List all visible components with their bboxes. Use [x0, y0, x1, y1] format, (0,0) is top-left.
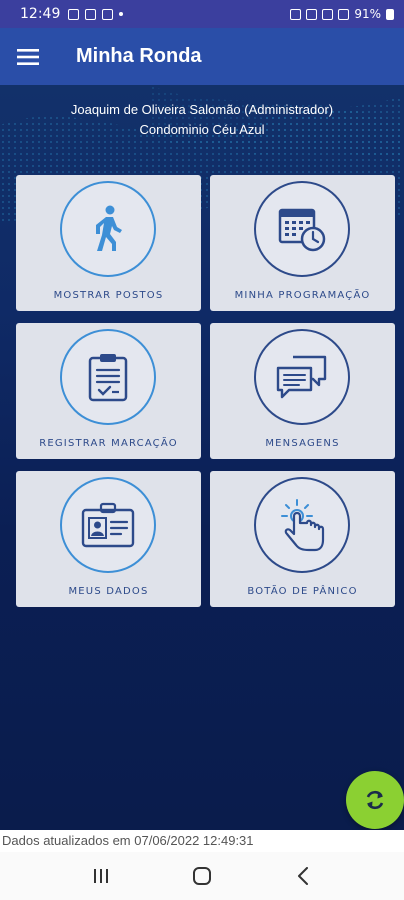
status-time: 12:49	[20, 6, 61, 22]
user-name: Joaquim de Oliveira Salomão (Administrad…	[70, 102, 334, 117]
app-bar: Minha Ronda	[0, 28, 404, 85]
card-icon-circle	[254, 181, 350, 277]
more-dot-icon	[119, 12, 124, 16]
home-button[interactable]	[182, 856, 222, 896]
user-info: Joaquim de Oliveira Salomão (Administrad…	[0, 100, 404, 140]
minha-programacao-card[interactable]: MINHA PROGRAMAÇÃO	[210, 175, 395, 311]
clipboard-checklist-icon	[88, 354, 128, 402]
card-label: MOSTRAR POSTOS	[53, 290, 164, 301]
card-label: REGISTRAR MARCAÇÃO	[39, 438, 178, 449]
status-bar: 12:49 91%	[0, 0, 404, 28]
card-label: MINHA PROGRAMAÇÃO	[234, 290, 371, 301]
back-button[interactable]	[283, 856, 323, 896]
menu-button[interactable]	[0, 28, 56, 85]
registrar-marcacao-card[interactable]: REGISTRAR MARCAÇÃO	[16, 323, 201, 459]
botao-de-panico-card[interactable]: BOTÃO DE PÂNICO	[210, 471, 395, 607]
card-icon-circle	[254, 329, 350, 425]
touch-press-icon	[281, 499, 325, 552]
status-right: 91%	[290, 7, 394, 21]
wifi-icon	[322, 8, 334, 20]
id-badge-icon	[81, 502, 135, 548]
card-label: BOTÃO DE PÂNICO	[247, 586, 358, 597]
last-updated-text: Dados atualizados em 07/06/2022 12:49:31	[0, 830, 404, 852]
card-icon-circle	[254, 477, 350, 573]
signal-icon	[338, 8, 350, 20]
refresh-icon	[366, 790, 384, 810]
battery-text: 91%	[354, 7, 381, 21]
card-icon-circle	[60, 181, 156, 277]
condo-name: Condominio Céu Azul	[139, 122, 265, 137]
mostrar-postos-card[interactable]: MOSTRAR POSTOS	[16, 175, 201, 311]
mensagens-card[interactable]: MENSAGENS	[210, 323, 395, 459]
meus-dados-card[interactable]: MEUS DADOS	[16, 471, 201, 607]
calendar-clock-icon	[278, 208, 326, 252]
image-icon	[102, 8, 114, 20]
battery-icon	[386, 8, 394, 20]
home-icon	[192, 867, 211, 885]
refresh-button[interactable]	[346, 771, 404, 829]
hamburger-icon	[17, 48, 39, 65]
vibrate-icon	[306, 8, 318, 20]
recent-apps-button[interactable]	[81, 856, 121, 896]
page-title: Minha Ronda	[76, 45, 202, 67]
recents-icon	[93, 869, 108, 883]
chat-bubbles-icon	[276, 355, 327, 399]
gallery-icon	[85, 8, 97, 20]
card-icon-circle	[60, 477, 156, 573]
walking-person-icon	[96, 205, 122, 251]
alarm-icon	[290, 8, 302, 20]
back-icon	[298, 867, 309, 885]
status-left-icons	[68, 8, 124, 20]
card-label: MEUS DADOS	[68, 586, 149, 597]
card-label: MENSAGENS	[265, 438, 340, 449]
system-nav-bar	[0, 852, 404, 900]
card-icon-circle	[60, 329, 156, 425]
notification-shield-icon	[68, 8, 80, 20]
